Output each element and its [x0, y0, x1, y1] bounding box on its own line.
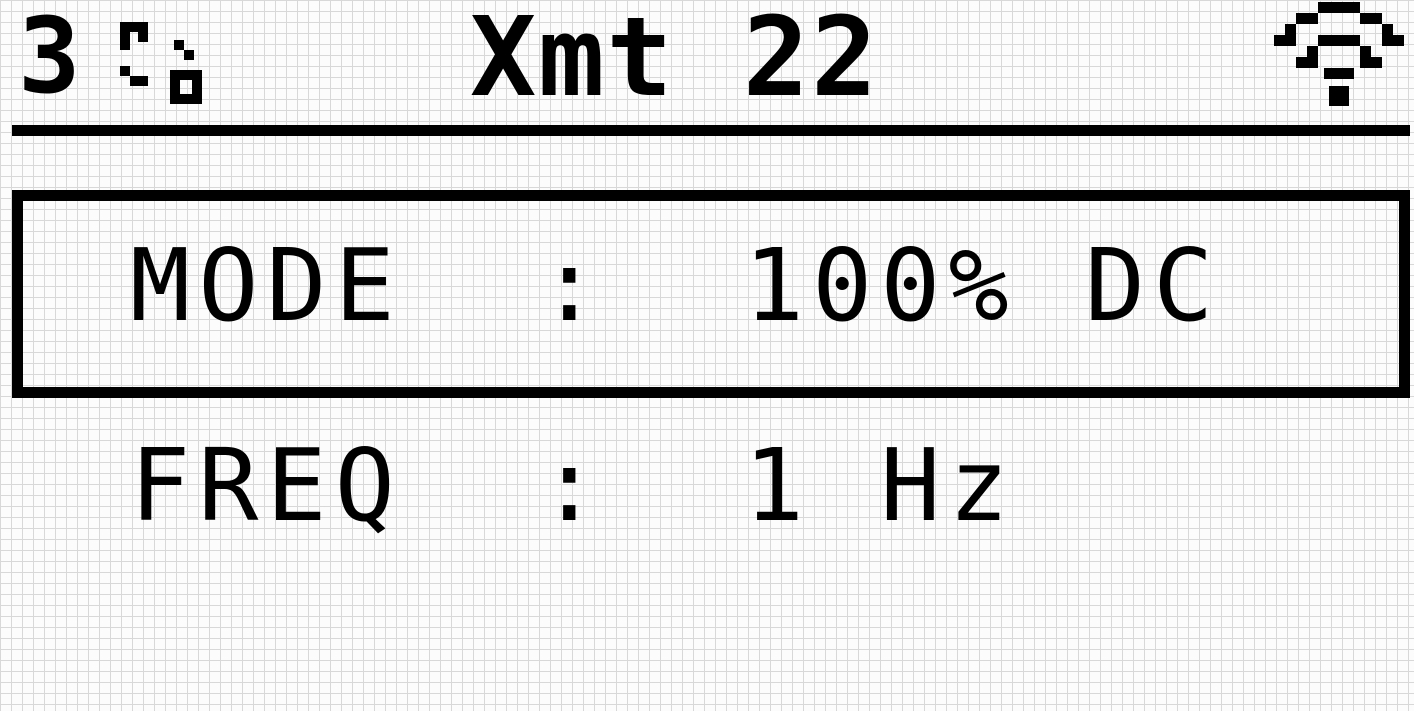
header-divider — [12, 125, 1410, 136]
menu-item-separator: : — [539, 427, 608, 544]
wifi-signal-icon — [1274, 2, 1404, 106]
screen-title: Xmt 22 — [470, 0, 880, 121]
menu-item-value: 1 Hz — [743, 427, 1017, 544]
menu-item-value: 100% DC — [743, 227, 1222, 344]
slot-number: 3 — [18, 0, 81, 117]
menu-item-mode[interactable]: MODE : 100% DC — [130, 236, 1221, 336]
menu-item-label: MODE — [130, 227, 403, 344]
menu-item-separator: : — [539, 227, 608, 344]
menu-item-label: FREQ — [130, 427, 403, 544]
menu-item-freq[interactable]: FREQ : 1 Hz — [130, 436, 1017, 536]
link-status-icon — [120, 22, 202, 104]
lcd-screen: 3 Xmt 22 MODE : 100% DC FREQ: 1 Hz — [0, 0, 1414, 711]
